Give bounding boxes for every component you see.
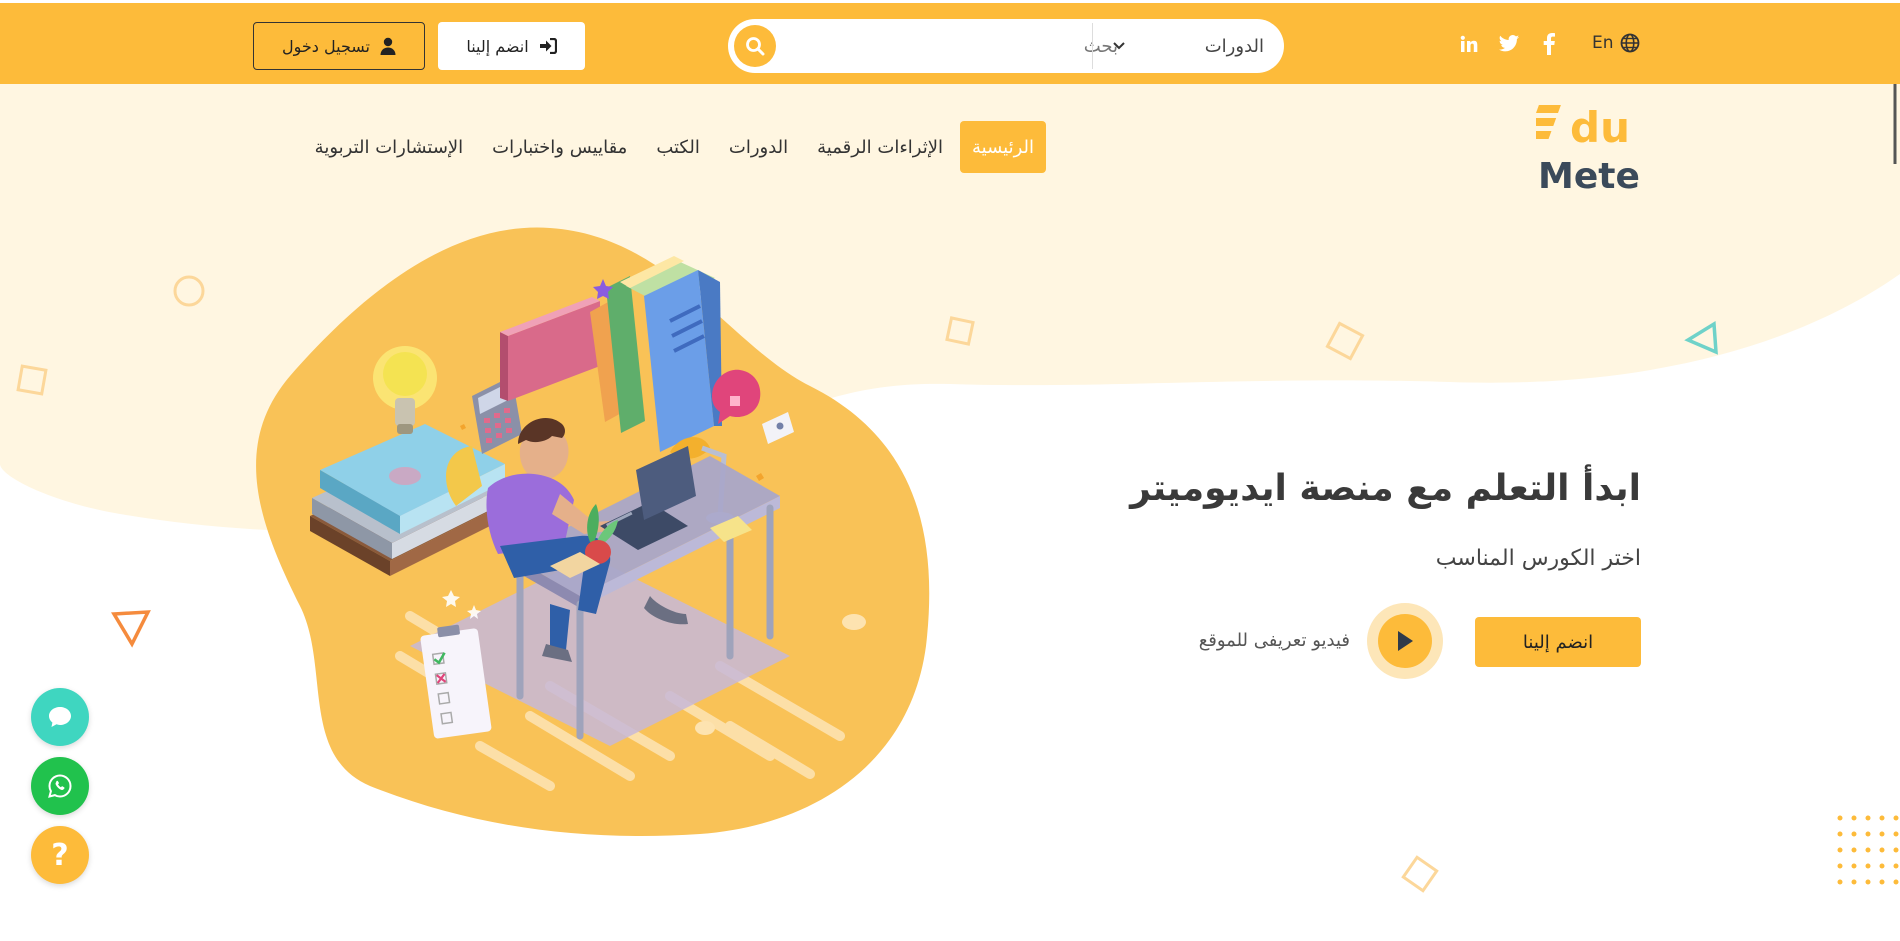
search-icon bbox=[746, 37, 765, 56]
linkedin-icon[interactable] bbox=[1458, 33, 1480, 55]
play-icon bbox=[1398, 631, 1413, 651]
dots-decoration bbox=[1837, 815, 1899, 885]
top-bar: En الدورات انضم إلينا تسجيل دخول bbox=[0, 0, 1900, 84]
main-nav: الرئيسية الإثراءات الرقمية الدورات الكتب… bbox=[258, 120, 1046, 174]
help-icon: ? bbox=[51, 837, 69, 873]
login-button-label: تسجيل دخول bbox=[282, 36, 370, 56]
sign-in-icon bbox=[539, 38, 557, 54]
language-label: En bbox=[1592, 33, 1614, 53]
square-decoration bbox=[945, 316, 975, 346]
search-divider bbox=[1092, 23, 1093, 69]
edumeter-logo[interactable]: du Meter bbox=[1536, 102, 1640, 194]
globe-icon bbox=[1620, 33, 1639, 53]
nav-item-digital-enrichment[interactable]: الإثراءات الرقمية bbox=[805, 121, 955, 173]
user-icon bbox=[380, 37, 396, 55]
language-switch[interactable]: En bbox=[1592, 33, 1640, 53]
nav-item-consultations[interactable]: الإستشارات التربوية bbox=[303, 121, 476, 173]
social-links bbox=[1458, 33, 1560, 55]
join-button[interactable]: انضم إلينا bbox=[438, 22, 585, 70]
facebook-icon[interactable] bbox=[1538, 33, 1560, 55]
hero-join-button[interactable]: انضم إلينا bbox=[1475, 617, 1641, 667]
hero-join-label: انضم إلينا bbox=[1522, 631, 1594, 653]
category-select[interactable]: الدورات bbox=[1104, 27, 1264, 65]
whatsapp-icon bbox=[48, 774, 72, 798]
nav-item-tests[interactable]: مقاييس واختبارات bbox=[480, 121, 639, 173]
play-video-button[interactable] bbox=[1367, 603, 1443, 679]
nav-item-courses[interactable]: الدورات bbox=[717, 121, 800, 173]
chat-icon bbox=[49, 707, 71, 727]
chevron-down-icon bbox=[1113, 42, 1125, 50]
login-button[interactable]: تسجيل دخول bbox=[253, 22, 425, 70]
triangle-decoration bbox=[1684, 320, 1718, 355]
hero-title: ابدأ التعلم مع منصة ايديوميتر bbox=[1130, 468, 1641, 509]
play-button-circle bbox=[1378, 614, 1432, 668]
chat-button[interactable] bbox=[31, 688, 89, 746]
whatsapp-button[interactable] bbox=[31, 757, 89, 815]
hero-subtitle: اختر الكورس المناسب bbox=[1435, 546, 1641, 571]
search-box: الدورات bbox=[728, 19, 1284, 73]
circle-decoration bbox=[173, 275, 205, 307]
intro-video-label[interactable]: فيديو تعريفى للموقع bbox=[1140, 630, 1350, 651]
join-button-label: انضم إلينا bbox=[466, 36, 529, 56]
nav-item-books[interactable]: الكتب bbox=[644, 121, 712, 173]
category-select-value: الدورات bbox=[1204, 35, 1264, 57]
help-button[interactable]: ? bbox=[31, 826, 89, 884]
search-button[interactable] bbox=[734, 25, 776, 67]
svg-text:Meter: Meter bbox=[1538, 156, 1640, 194]
nav-item-home[interactable]: الرئيسية bbox=[960, 121, 1046, 173]
triangle-decoration bbox=[111, 610, 151, 648]
twitter-icon[interactable] bbox=[1498, 33, 1520, 55]
svg-text:du: du bbox=[1570, 103, 1630, 152]
square-decoration bbox=[1401, 855, 1439, 893]
hero-illustration bbox=[256, 227, 930, 836]
search-input[interactable] bbox=[788, 27, 1118, 65]
square-decoration bbox=[1325, 321, 1365, 361]
square-decoration bbox=[16, 364, 48, 396]
